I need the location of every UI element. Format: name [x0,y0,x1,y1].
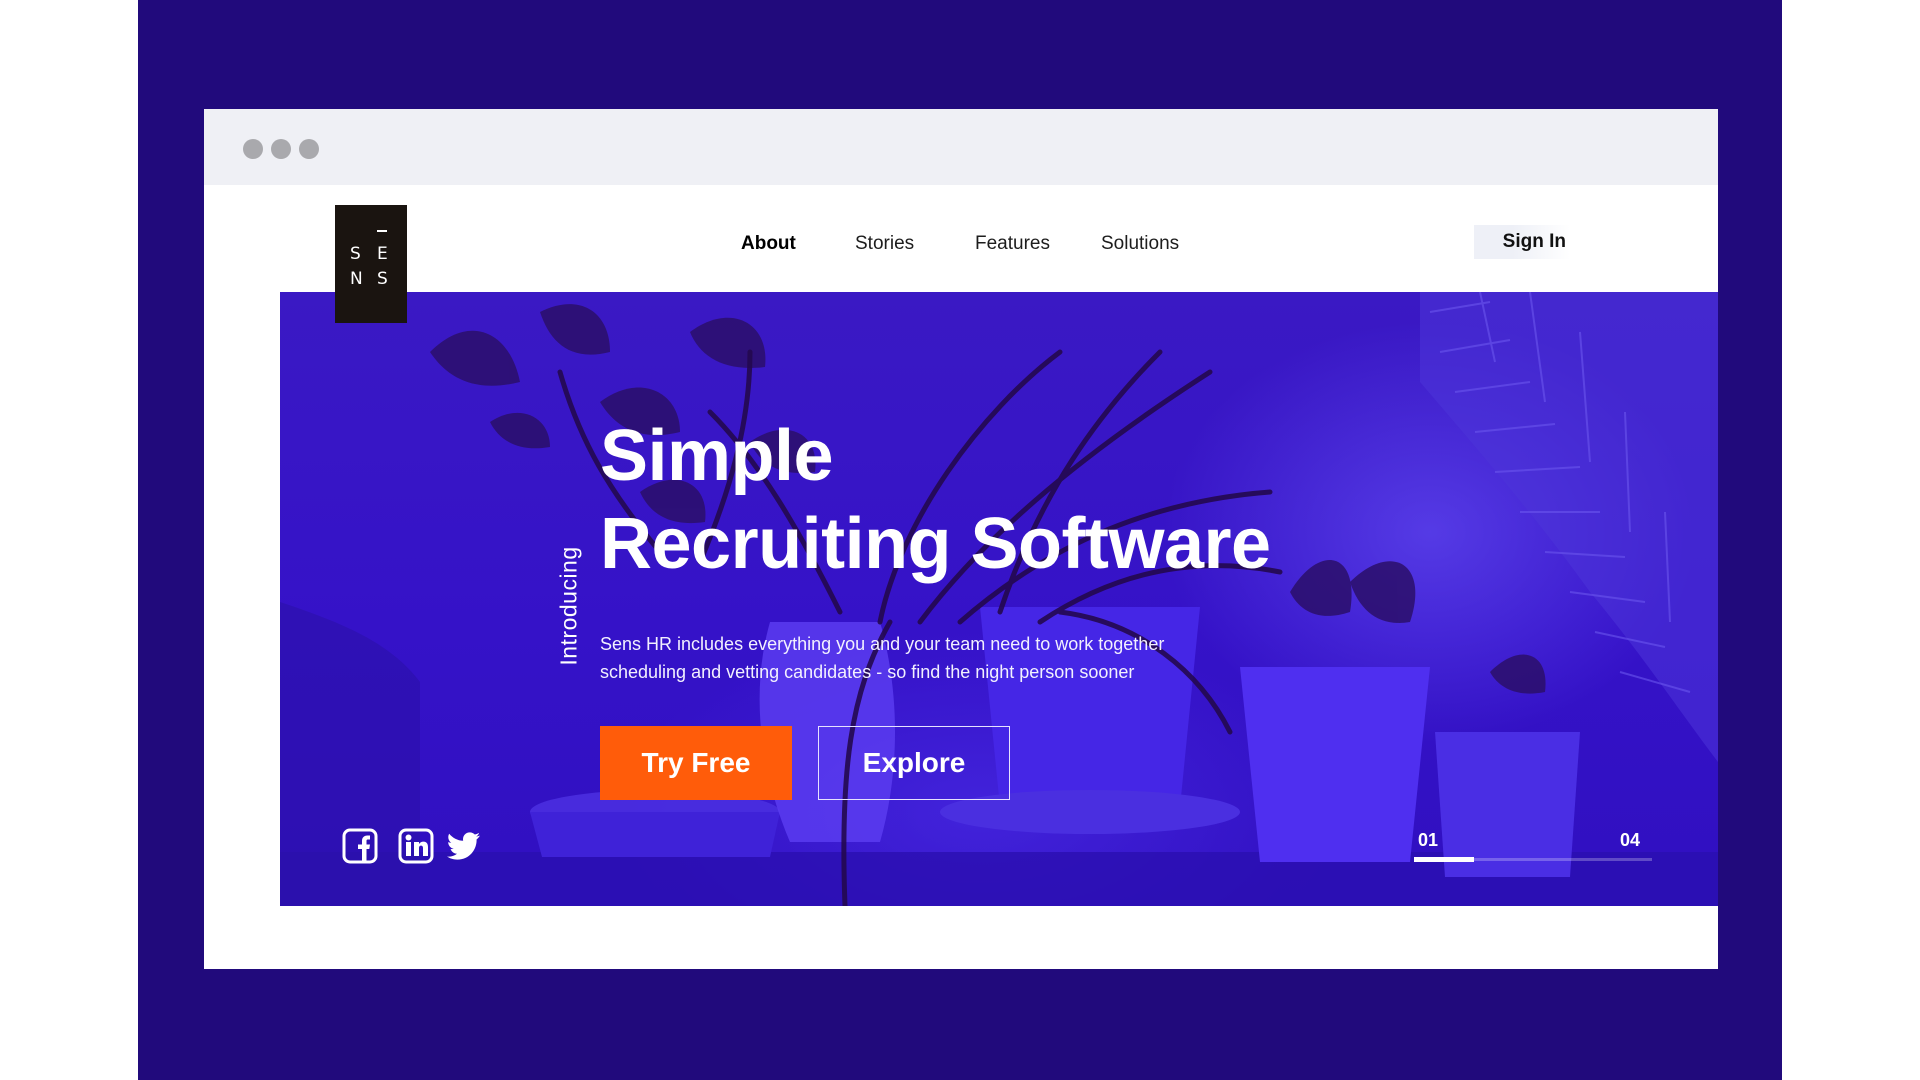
site-header: About Stories Features Solutions Sign In [204,185,1718,292]
slide-total-number: 04 [1620,830,1641,850]
logo-bar [377,230,387,232]
try-free-button[interactable]: Try Free [600,726,792,800]
logo-letter: S [350,244,363,264]
nav-item-solutions[interactable]: Solutions [1101,233,1179,255]
twitter-icon[interactable] [446,828,482,864]
description-line-1: Sens HR includes everything you and your… [600,634,1165,654]
slide-progress-track[interactable] [1414,857,1652,862]
window-control-dot[interactable] [243,139,263,159]
headline-line-2: Recruiting Software [600,504,1271,584]
hero-section: Introducing Simple Recruiting Software S… [280,292,1718,906]
nav-item-stories[interactable]: Stories [855,233,914,255]
hero-headline: Simple Recruiting Software [600,412,1271,588]
window-control-dot[interactable] [299,139,319,159]
logo-letter: S [377,269,390,289]
explore-button[interactable]: Explore [818,726,1010,800]
browser-window: About Stories Features Solutions Sign In [204,109,1718,969]
browser-title-bar [204,109,1718,185]
logo-letter: N [350,269,365,289]
description-line-2: scheduling and vetting candidates - so f… [600,662,1135,682]
sens-logo[interactable]: S E N S [335,205,407,323]
logo-letter: E [377,244,390,264]
plants-background-image [280,292,1718,906]
sign-in-button[interactable]: Sign In [1474,225,1570,259]
nav-item-features[interactable]: Features [975,233,1050,255]
headline-line-1: Simple [600,416,834,496]
introducing-label: Introducing [555,546,582,666]
nav-item-about[interactable]: About [741,233,796,255]
linkedin-icon[interactable] [398,828,434,864]
slide-current-number: 01 [1418,830,1439,850]
slide-progress-fill [1414,857,1474,862]
hero-description: Sens HR includes everything you and your… [600,630,1240,686]
window-control-dot[interactable] [271,139,291,159]
facebook-icon[interactable] [342,828,378,864]
